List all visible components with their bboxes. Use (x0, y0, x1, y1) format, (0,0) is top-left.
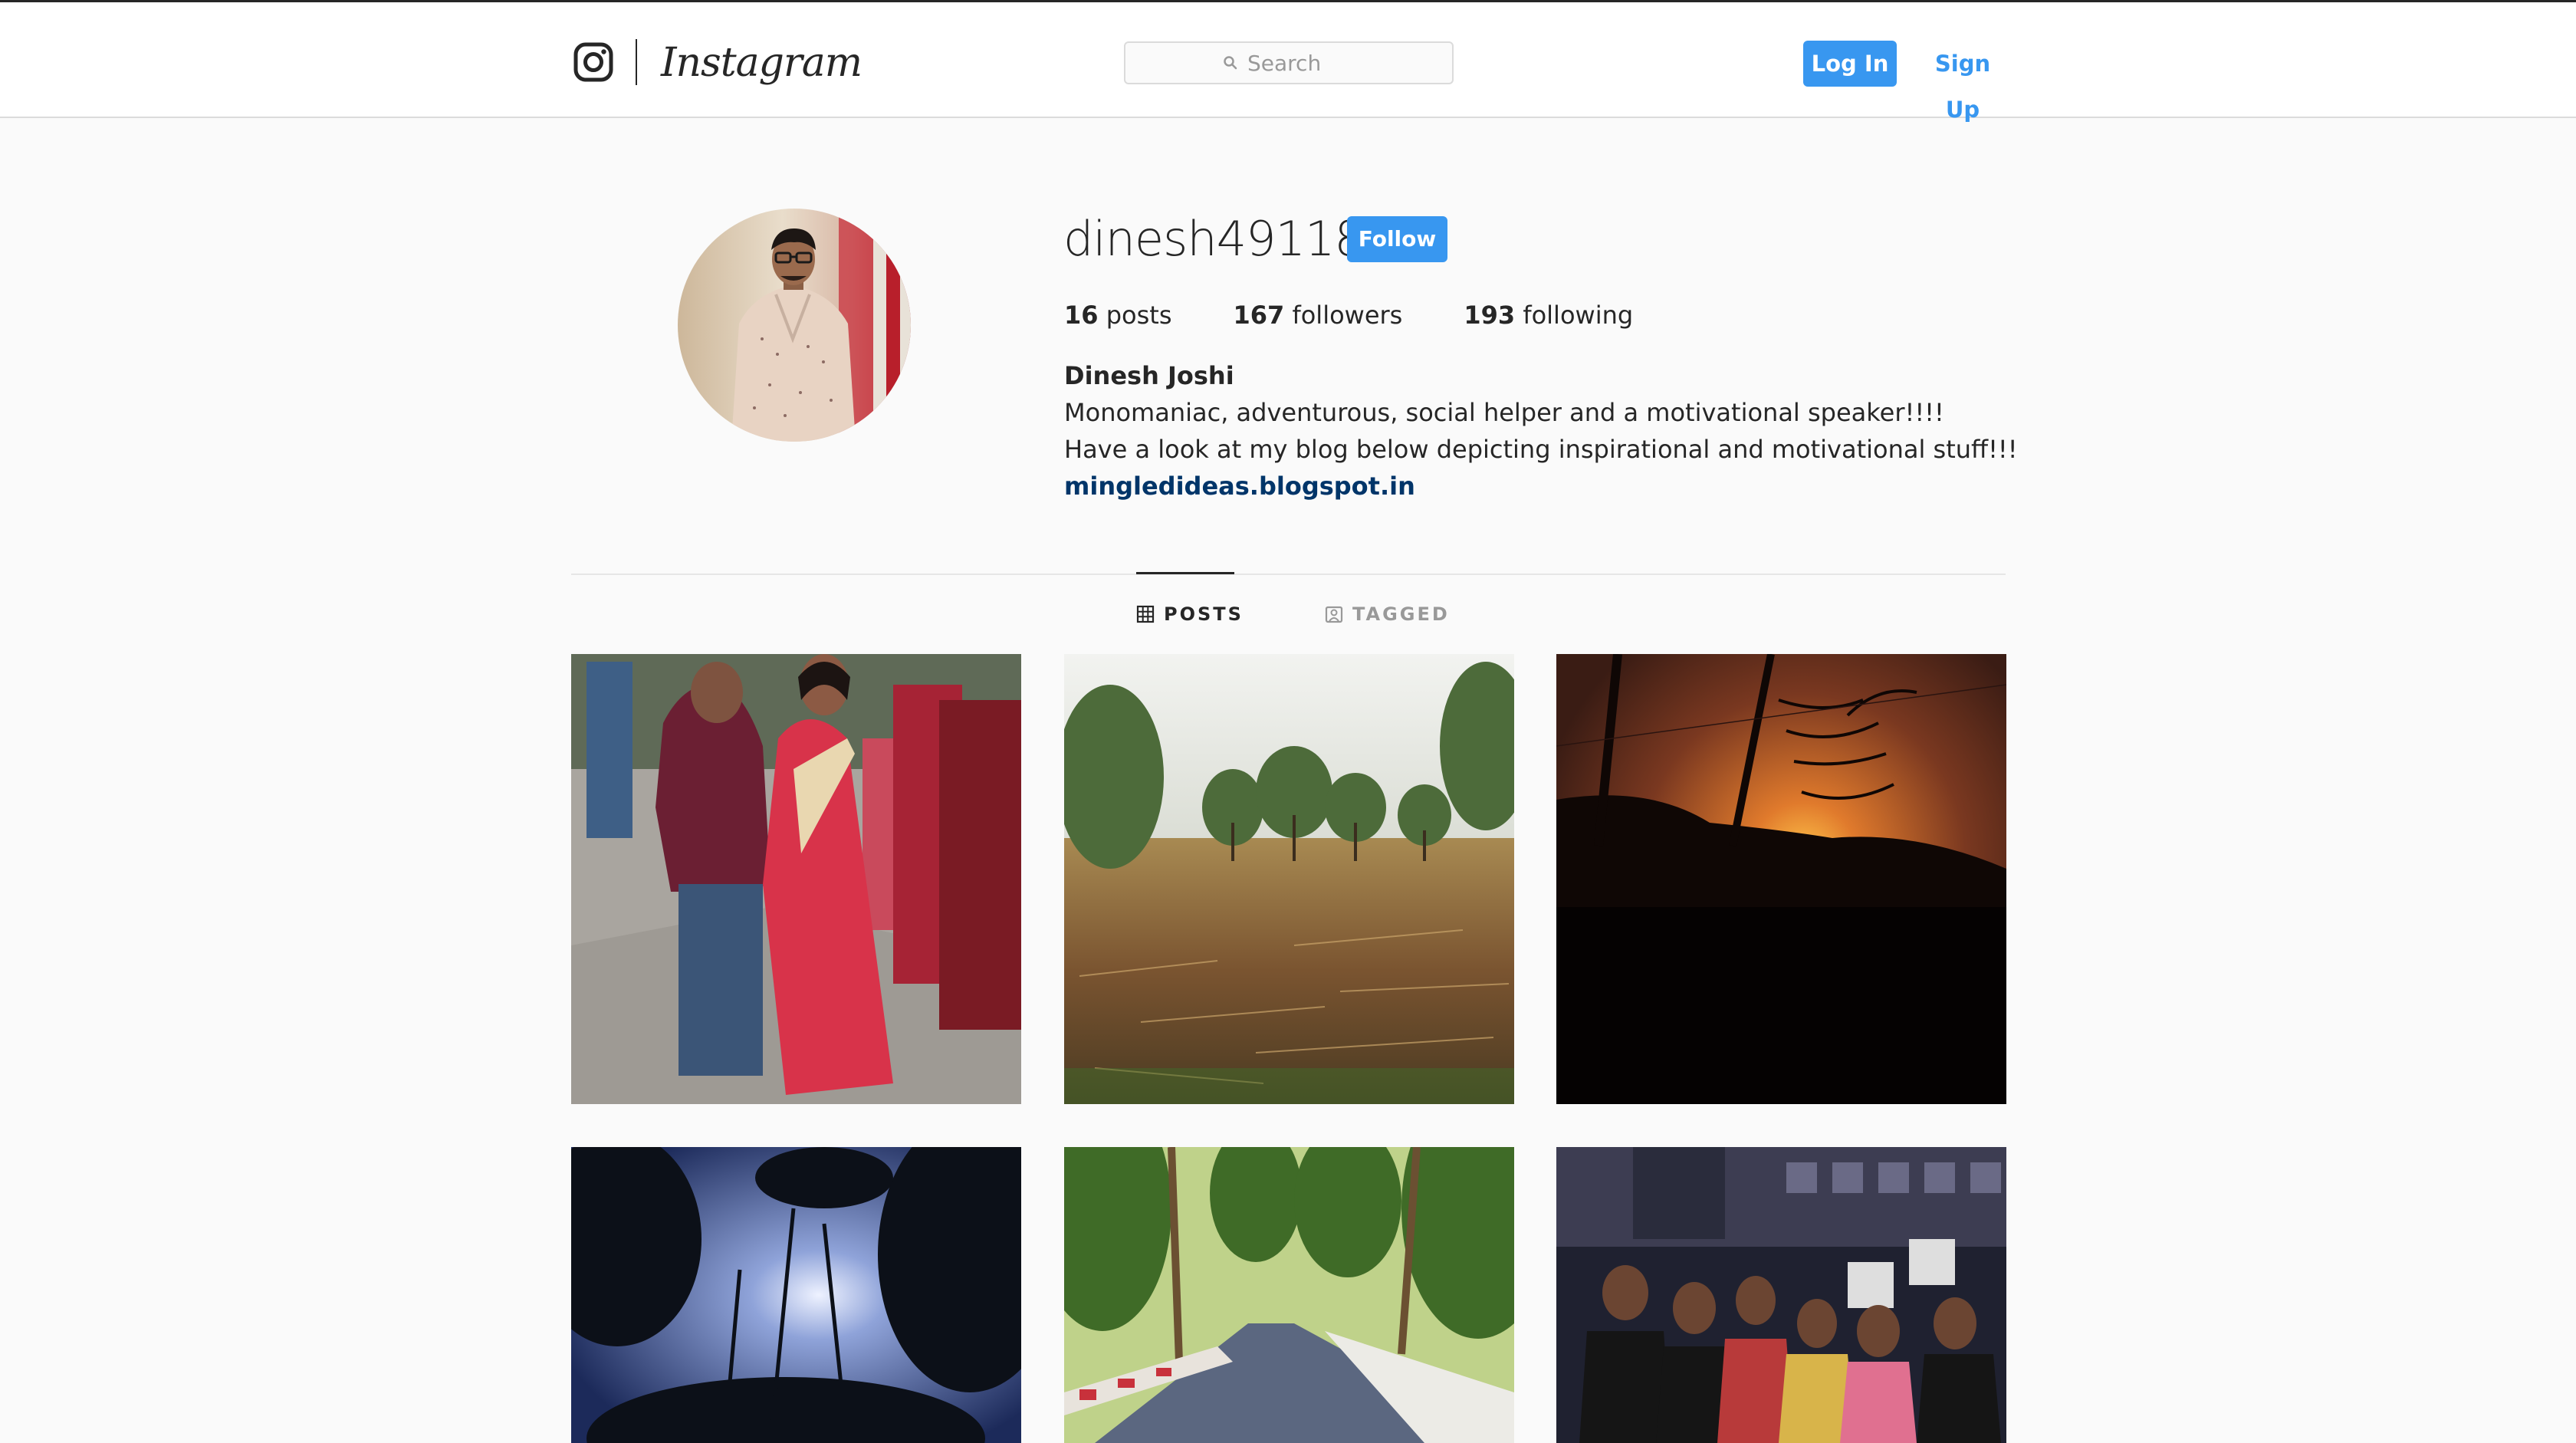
post-photo-road (1064, 1147, 1514, 1443)
profile-avatar[interactable] (678, 209, 911, 442)
post-thumbnail[interactable] (1064, 1147, 1514, 1443)
log-in-button[interactable]: Log In (1803, 41, 1897, 87)
search-box[interactable] (1124, 41, 1454, 84)
post-thumbnail[interactable] (1064, 654, 1514, 1104)
post-thumbnail[interactable] (571, 1147, 1021, 1443)
post-photo-trees-sky (571, 1147, 1021, 1443)
following-stat[interactable]: 193 following (1464, 294, 1633, 336)
avatar-photo (678, 209, 911, 442)
profile-bio: Dinesh Joshi Monomaniac, adventurous, so… (1064, 357, 2018, 505)
bio-line-1: Monomaniac, adventurous, social helper a… (1064, 398, 1944, 427)
post-thumbnail[interactable] (1556, 654, 2006, 1104)
search-icon (1224, 56, 1237, 70)
profile-full-name: Dinesh Joshi (1064, 361, 1234, 390)
profile-username: dinesh49118 (1063, 211, 1365, 267)
tab-tagged[interactable]: TAGGED (1325, 592, 1450, 636)
post-photo-couple (571, 654, 1021, 1104)
post-thumbnail[interactable] (571, 654, 1021, 1104)
tab-posts[interactable]: POSTS (1136, 592, 1244, 636)
instagram-wordmark[interactable]: Instagram (661, 36, 863, 90)
instagram-camera-icon[interactable] (573, 42, 613, 82)
followers-stat[interactable]: 167 followers (1233, 294, 1402, 336)
grid-icon (1136, 605, 1155, 623)
top-navbar: Instagram Log In Sign Up (0, 2, 2576, 123)
active-tab-indicator (1136, 572, 1234, 574)
search-input[interactable] (1247, 50, 1355, 76)
bio-line-2: Have a look at my blog below depicting i… (1064, 435, 2018, 464)
tabs-divider (571, 574, 2006, 575)
post-photo-sunset (1556, 654, 2006, 1104)
profile-stats: 16 posts 167 followers 193 following (1064, 294, 1694, 336)
sign-up-link[interactable]: Sign Up (1917, 41, 2009, 123)
posts-count-stat: 16 posts (1064, 294, 1171, 336)
tab-posts-label: POSTS (1164, 603, 1244, 625)
tag-person-icon (1325, 606, 1343, 623)
posts-count: 16 (1064, 301, 1099, 330)
follow-button[interactable]: Follow (1347, 216, 1447, 262)
profile-website-link[interactable]: mingledideas.blogspot.in (1064, 468, 2018, 505)
logo-divider (636, 39, 637, 85)
tab-tagged-label: TAGGED (1352, 603, 1450, 625)
followers-label: followers (1292, 301, 1403, 330)
posts-label: posts (1106, 301, 1172, 330)
following-label: following (1523, 301, 1634, 330)
post-thumbnail[interactable] (1556, 1147, 2006, 1443)
post-photo-pine-field (1064, 654, 1514, 1104)
followers-count: 167 (1233, 301, 1285, 330)
post-photo-group (1556, 1147, 2006, 1443)
following-count: 193 (1464, 301, 1516, 330)
